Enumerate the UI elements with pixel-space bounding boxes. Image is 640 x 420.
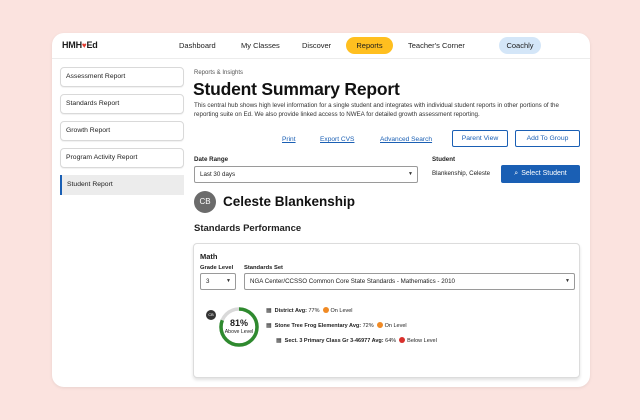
page-title: Student Summary Report bbox=[193, 79, 400, 99]
sidebar-item-program-activity-report[interactable]: Program Activity Report bbox=[60, 148, 184, 168]
grade-level-select[interactable]: 3 ▼ bbox=[200, 273, 236, 290]
average-status: On Level bbox=[330, 308, 353, 314]
average-name: Sect. 3 Primary Class Gr 3-46977 Avg: bbox=[284, 338, 384, 344]
student-label: Student bbox=[432, 156, 456, 163]
grade-level-label: Grade Level bbox=[200, 265, 234, 271]
sidebar-item-assessment-report[interactable]: Assessment Report bbox=[60, 67, 184, 87]
add-to-group-button[interactable]: Add To Group bbox=[515, 130, 580, 147]
grade-level-value: 3 bbox=[206, 278, 210, 285]
nav-my-classes[interactable]: My Classes bbox=[241, 41, 280, 50]
nav-dashboard[interactable]: Dashboard bbox=[179, 41, 216, 50]
student-value: Blankenship, Celeste bbox=[432, 170, 491, 177]
hmh-ed-logo[interactable]: HMH♥Ed bbox=[62, 40, 98, 50]
chevron-down-icon: ▼ bbox=[226, 278, 231, 284]
date-range-value: Last 30 days bbox=[200, 171, 236, 178]
average-value: 72% bbox=[362, 323, 374, 329]
parent-view-button[interactable]: Parent View bbox=[452, 130, 508, 147]
avatar: CB bbox=[194, 191, 216, 213]
breadcrumb[interactable]: Reports & Insights bbox=[194, 70, 243, 76]
standards-set-value: NGA Center/CCSSO Common Core State Stand… bbox=[250, 278, 455, 285]
page-description: This central hub shows high level inform… bbox=[194, 102, 559, 118]
average-row-school: ▦ Stone Tree Frog Elementary Avg: 72% On L… bbox=[266, 322, 407, 329]
district-icon: ▦ bbox=[266, 308, 272, 314]
status-dot-icon bbox=[376, 322, 383, 328]
average-row-district: ▦ District Avg: 77% On Level bbox=[266, 307, 353, 314]
export-link[interactable]: Export CVS bbox=[320, 136, 354, 143]
nav-reports[interactable]: Reports bbox=[346, 37, 393, 54]
app-window: HMH♥Ed Dashboard My Classes Discover Rep… bbox=[52, 33, 590, 387]
average-name: District Avg: bbox=[274, 308, 307, 314]
status-dot-icon bbox=[399, 337, 406, 343]
top-navigation: HMH♥Ed Dashboard My Classes Discover Rep… bbox=[52, 33, 590, 59]
nav-teachers-corner[interactable]: Teacher's Corner bbox=[408, 41, 465, 50]
average-status: On Level bbox=[384, 323, 407, 329]
print-link[interactable]: Print bbox=[282, 136, 296, 143]
school-icon: ▦ bbox=[266, 323, 272, 329]
sidebar-item-growth-report[interactable]: Growth Report bbox=[60, 121, 184, 141]
select-student-button[interactable]: ⌕ Select Student bbox=[501, 165, 580, 183]
class-icon: ▦ bbox=[276, 338, 282, 344]
average-status: Below Level bbox=[407, 338, 437, 344]
select-student-label: Select Student bbox=[521, 170, 567, 177]
standards-performance-card: Math Grade Level 3 ▼ Standards Set NGA C… bbox=[193, 243, 580, 378]
score-label: Above Level bbox=[224, 329, 254, 335]
sidebar-item-student-report[interactable]: Student Report bbox=[60, 175, 184, 195]
average-value: 77% bbox=[308, 308, 320, 314]
standards-set-label: Standards Set bbox=[244, 265, 283, 271]
student-name: Celeste Blankenship bbox=[223, 194, 356, 209]
status-dot-icon bbox=[322, 307, 329, 313]
report-sidebar: Assessment Report Standards Report Growt… bbox=[60, 67, 184, 202]
subject-title: Math bbox=[200, 252, 218, 261]
nav-discover[interactable]: Discover bbox=[302, 41, 331, 50]
date-range-select[interactable]: Last 30 days ▼ bbox=[194, 166, 418, 183]
chevron-down-icon: ▼ bbox=[408, 171, 413, 177]
average-value: 64% bbox=[385, 338, 397, 344]
logo-suffix: Ed bbox=[86, 40, 98, 50]
average-row-class: ▦ Sect. 3 Primary Class Gr 3-46977 Avg: 6… bbox=[276, 337, 437, 344]
chevron-down-icon: ▼ bbox=[565, 278, 570, 284]
score-value: 81% bbox=[229, 318, 248, 328]
student-badge: CB bbox=[206, 310, 216, 320]
sidebar-item-standards-report[interactable]: Standards Report bbox=[60, 94, 184, 114]
logo-text: HMH bbox=[62, 40, 82, 50]
date-range-label: Date Range bbox=[194, 156, 229, 163]
standards-set-select[interactable]: NGA Center/CCSSO Common Core State Stand… bbox=[244, 273, 575, 290]
section-title: Standards Performance bbox=[194, 223, 302, 234]
nav-coachly[interactable]: Coachly bbox=[499, 37, 541, 54]
search-icon: ⌕ bbox=[514, 170, 519, 177]
advanced-search-link[interactable]: Advanced Search bbox=[380, 136, 432, 143]
average-name: Stone Tree Frog Elementary Avg: bbox=[274, 323, 362, 329]
